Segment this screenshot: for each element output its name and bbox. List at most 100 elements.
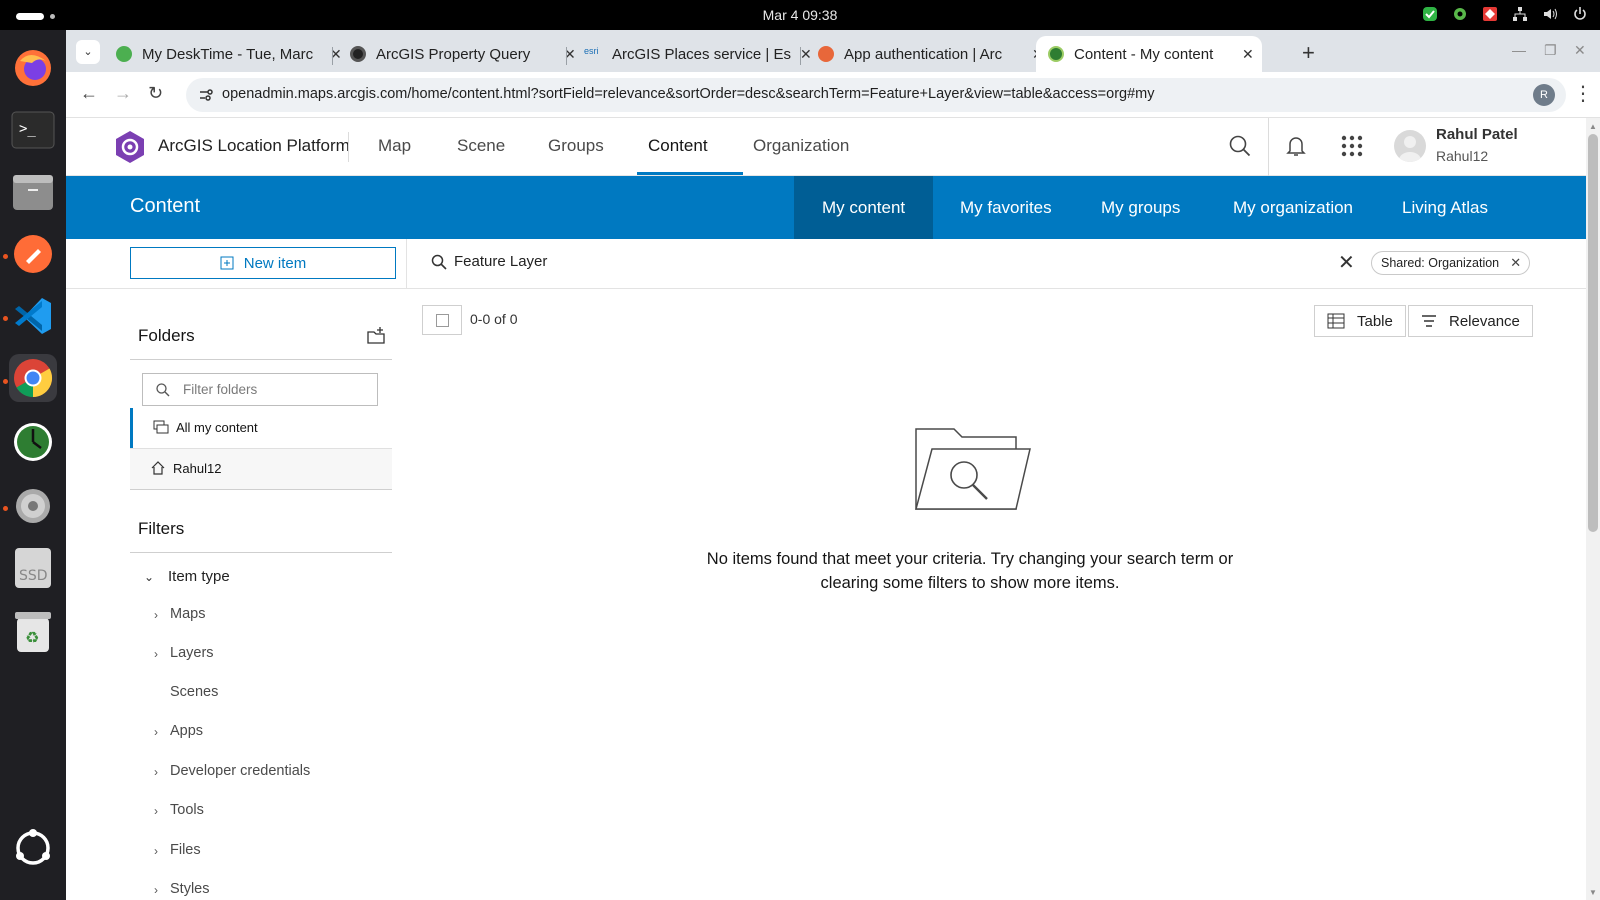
search-icon[interactable]: [1226, 132, 1254, 160]
arcgis-logo-icon[interactable]: [114, 130, 146, 164]
restore-window-icon[interactable]: ❐: [1544, 42, 1557, 59]
nav-scene[interactable]: Scene: [457, 136, 505, 156]
browser-tab[interactable]: App authentication | Arc ✕: [806, 36, 1044, 72]
filter-type-scenes[interactable]: Scenes: [170, 684, 218, 700]
chrome-icon[interactable]: [9, 354, 57, 402]
nav-content[interactable]: Content: [648, 136, 708, 156]
tab-my-groups[interactable]: My groups: [1073, 176, 1208, 239]
browser-tab[interactable]: esri ArcGIS Places service | Es ✕: [572, 36, 812, 72]
new-item-label: New item: [243, 254, 307, 272]
site-info-icon[interactable]: [198, 87, 214, 103]
content-search-input[interactable]: Feature Layer: [454, 253, 547, 270]
tab-my-organization[interactable]: My organization: [1205, 176, 1381, 239]
vscode-icon[interactable]: [9, 292, 57, 340]
power-icon[interactable]: [1572, 6, 1588, 22]
brand-title[interactable]: ArcGIS Location Platform: [158, 136, 350, 156]
ssd-drive-icon[interactable]: SSD: [9, 544, 57, 592]
active-nav-indicator: [637, 172, 743, 175]
desktime-icon[interactable]: [9, 418, 57, 466]
chevron-right-icon[interactable]: ›: [154, 608, 158, 622]
chevron-right-icon[interactable]: ›: [154, 765, 158, 779]
address-bar[interactable]: openadmin.maps.arcgis.com/home/content.h…: [186, 78, 1566, 112]
sort-lines-icon: [1422, 315, 1436, 327]
browser-profile-avatar[interactable]: R: [1533, 84, 1555, 106]
back-arrow-icon[interactable]: ←: [80, 83, 98, 104]
terminal-icon[interactable]: >_: [9, 106, 57, 154]
filter-type-developer-credentials[interactable]: Developer credentials: [170, 763, 310, 779]
reload-icon[interactable]: ↻: [148, 83, 163, 104]
trash-icon[interactable]: ♻: [9, 608, 57, 656]
url-text[interactable]: openadmin.maps.arcgis.com/home/content.h…: [222, 86, 1154, 102]
user-avatar[interactable]: [1394, 130, 1426, 162]
filter-chip[interactable]: Shared: Organization ✕: [1371, 251, 1531, 275]
postman-icon[interactable]: [9, 230, 57, 278]
tab-search-icon[interactable]: ⌄: [76, 40, 100, 64]
select-all-checkbox[interactable]: [422, 305, 462, 335]
new-folder-icon[interactable]: [366, 326, 386, 346]
browser-tab[interactable]: ArcGIS Property Query ✕: [338, 36, 576, 72]
desktime-favicon-icon: [116, 46, 132, 62]
esri-favicon-icon: esri: [584, 46, 599, 56]
extension-icon[interactable]: [1452, 6, 1468, 22]
browser-tab-active[interactable]: Content - My content ✕: [1036, 36, 1262, 72]
scrollbar-thumb[interactable]: [1588, 134, 1598, 532]
filter-type-apps[interactable]: Apps: [170, 723, 203, 739]
new-item-button[interactable]: New item: [130, 247, 396, 279]
tab-my-favorites[interactable]: My favorites: [932, 176, 1080, 239]
system-tray[interactable]: [1422, 6, 1588, 22]
scroll-up-arrow-icon[interactable]: ▲: [1589, 122, 1597, 131]
scroll-down-arrow-icon[interactable]: ▼: [1589, 888, 1597, 897]
close-tab-icon[interactable]: ✕: [1242, 46, 1254, 63]
browser-tab[interactable]: My DeskTime - Tue, Marc ✕: [104, 36, 342, 72]
sort-relevance-button[interactable]: Relevance: [1408, 305, 1533, 337]
browser-menu-icon[interactable]: ⋮: [1573, 81, 1593, 106]
notifications-bell-icon[interactable]: [1282, 132, 1310, 160]
filter-type-styles[interactable]: Styles: [170, 881, 210, 897]
remove-filter-icon[interactable]: ✕: [1510, 252, 1521, 274]
table-view-icon: [1327, 313, 1345, 329]
show-apps-icon[interactable]: [9, 824, 57, 872]
filter-type-layers[interactable]: Layers: [170, 645, 214, 661]
filter-type-files[interactable]: Files: [170, 842, 201, 858]
tab-my-content[interactable]: My content: [794, 176, 934, 239]
filter-type-maps[interactable]: Maps: [170, 606, 205, 622]
network-icon[interactable]: [1512, 6, 1528, 22]
settings-gear-icon[interactable]: [9, 482, 57, 530]
tab-divider: [800, 47, 801, 65]
chevron-right-icon[interactable]: ›: [154, 883, 158, 897]
view-table-button[interactable]: Table: [1314, 305, 1406, 337]
folders-divider: [130, 359, 392, 360]
check-status-icon[interactable]: [1422, 6, 1438, 22]
user-display-name[interactable]: Rahul Patel: [1436, 126, 1518, 143]
nav-map[interactable]: Map: [378, 136, 411, 156]
item-type-toggle[interactable]: Item type: [168, 568, 230, 585]
volume-icon[interactable]: [1542, 6, 1558, 22]
tab-living-atlas[interactable]: Living Atlas: [1374, 176, 1516, 239]
close-window-icon[interactable]: ✕: [1574, 42, 1586, 59]
filter-folders-input[interactable]: Filter folders: [142, 373, 378, 406]
nav-organization[interactable]: Organization: [753, 136, 849, 156]
tab-title: Content - My content: [1074, 45, 1214, 63]
svg-text:♻: ♻: [25, 628, 39, 647]
folder-item-rahul12[interactable]: Rahul12: [130, 449, 392, 489]
filter-type-tools[interactable]: Tools: [170, 802, 204, 818]
firefox-icon[interactable]: [9, 44, 57, 92]
add-square-icon: [220, 256, 234, 270]
forward-arrow-icon[interactable]: →: [114, 83, 132, 104]
system-clock[interactable]: Mar 4 09:38: [0, 7, 1600, 23]
nav-groups[interactable]: Groups: [548, 136, 604, 156]
anydesk-icon[interactable]: [1482, 6, 1498, 22]
app-launcher-grid-icon[interactable]: [1338, 132, 1366, 160]
folder-item-all-my-content[interactable]: All my content: [130, 408, 392, 448]
chevron-down-icon[interactable]: ⌄: [144, 570, 154, 584]
new-tab-button[interactable]: +: [1302, 40, 1315, 66]
clear-search-icon[interactable]: ✕: [1338, 250, 1355, 275]
files-icon[interactable]: [9, 168, 57, 216]
chevron-right-icon[interactable]: ›: [154, 725, 158, 739]
minimize-window-icon[interactable]: —: [1512, 42, 1526, 58]
chevron-right-icon[interactable]: ›: [154, 647, 158, 661]
user-username[interactable]: Rahul12: [1436, 148, 1488, 164]
chevron-right-icon[interactable]: ›: [154, 844, 158, 858]
chevron-right-icon[interactable]: ›: [154, 804, 158, 818]
header-divider: [1268, 118, 1269, 176]
